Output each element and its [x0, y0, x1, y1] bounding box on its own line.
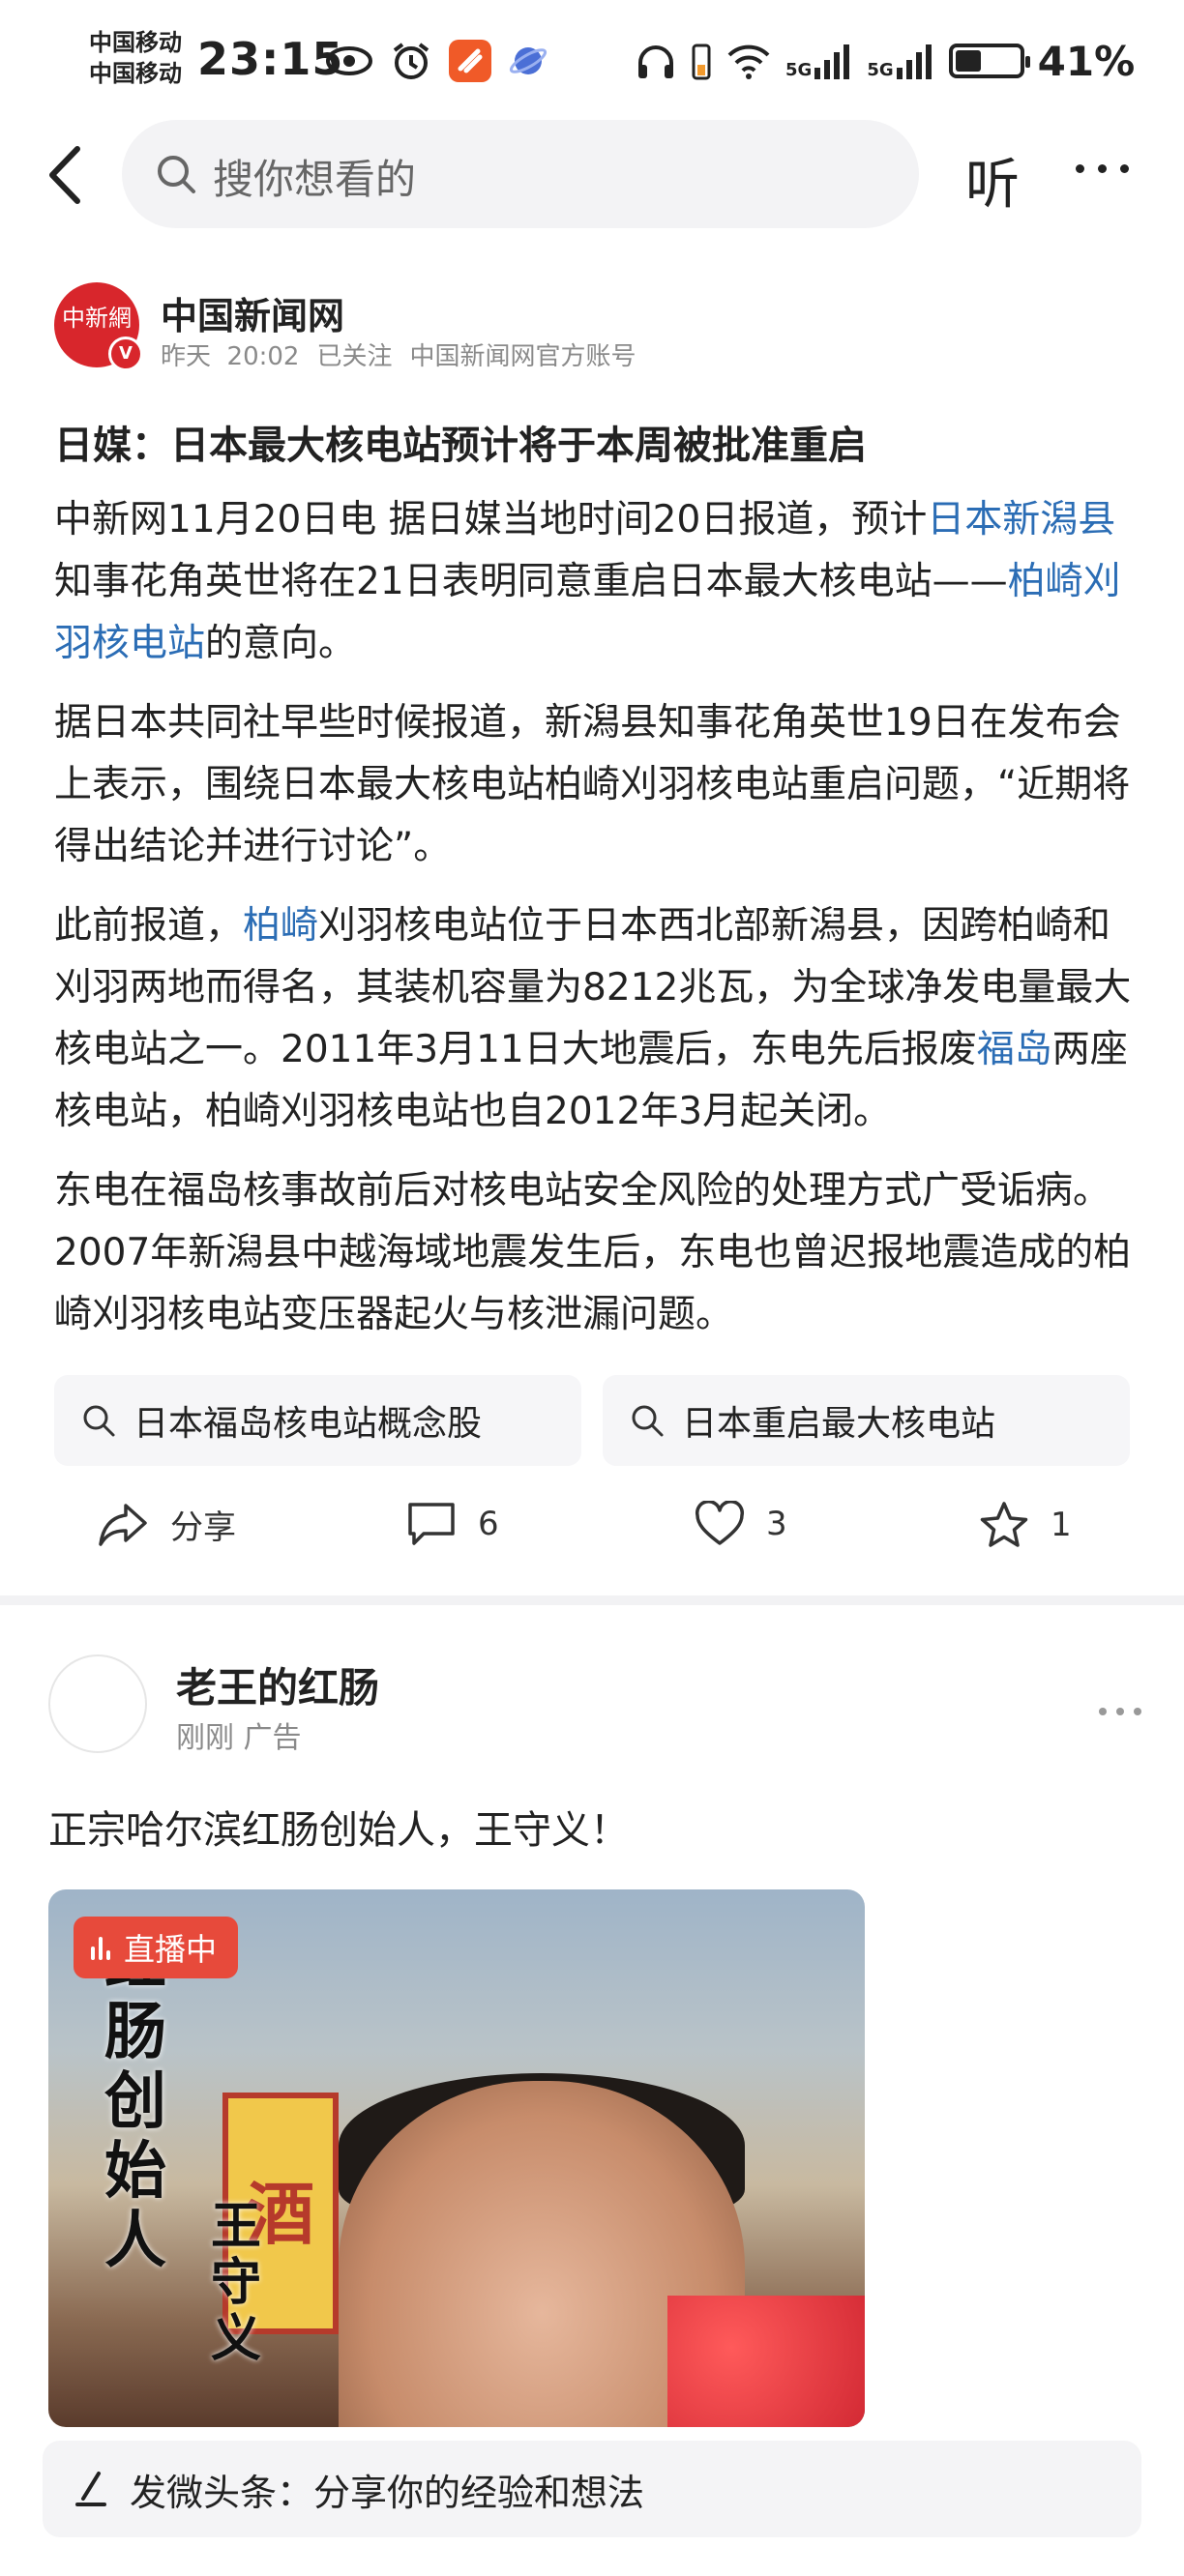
section-divider [0, 1595, 1184, 1605]
top-bar: 搜你想看的 听 [0, 120, 1184, 228]
paragraph-3: 此前报道，柏崎刈羽核电站位于日本西北部新潟县，因跨柏崎和刈羽两地而得名，其装机容… [54, 895, 1138, 1143]
favorite-button[interactable]: 1 [979, 1501, 1072, 1549]
source-name[interactable]: 中国新闻网 [161, 286, 344, 339]
ad-author-name[interactable]: 老王的红肠 [176, 1655, 379, 1714]
carrier-names: 中国移动 中国移动 [89, 27, 182, 89]
search-icon [632, 1405, 664, 1437]
link-niigata[interactable]: 日本新潟县 [927, 498, 1115, 542]
article-actions: 分享 6 3 1 [0, 1489, 1184, 1566]
ad-meta: 刚刚 广告 [176, 1721, 302, 1755]
ad-caption: 正宗哈尔滨红肠创始人，王守义！ [48, 1808, 629, 1853]
ad-more-options-icon[interactable] [1099, 1708, 1141, 1715]
battery-percent: 41% [1037, 37, 1136, 85]
comment-icon [408, 1503, 455, 1545]
search-bar[interactable]: 搜你想看的 [122, 120, 919, 228]
share-button[interactable]: 分享 [97, 1501, 236, 1548]
app-notification-icon [449, 40, 491, 82]
avatar[interactable] [48, 1654, 147, 1753]
overlay-text-name: 王守义 [211, 2198, 262, 2368]
alarm-icon [393, 43, 429, 79]
author-meta: 昨天 20:02 已关注 中国新闻网官方账号 [161, 337, 636, 372]
status-bar: 中国移动 中国移动 23:15 5G 5G 41% [0, 0, 1184, 116]
more-options-icon[interactable] [1076, 164, 1129, 173]
like-button[interactable]: 3 [695, 1501, 787, 1547]
pen-icon [75, 2472, 106, 2506]
device-battery-icon [692, 44, 711, 80]
verified-badge: V [108, 337, 143, 371]
ad-author[interactable]: 老王的红肠 刚刚 广告 [48, 1652, 1141, 1758]
comment-count: 6 [478, 1505, 499, 1543]
p3-text-a: 此前报道， [54, 904, 244, 948]
article-author[interactable]: 中新網 V 中国新闻网 昨天 20:02 已关注 中国新闻网官方账号 [54, 282, 1138, 379]
share-label: 分享 [170, 1508, 236, 1547]
listen-button[interactable]: 听 [965, 141, 1020, 220]
post-time: 20:02 [226, 342, 300, 371]
search-placeholder: 搜你想看的 [213, 156, 417, 203]
account-description: 中国新闻网官方账号 [409, 342, 636, 371]
share-icon [99, 1503, 147, 1546]
favorite-count: 1 [1051, 1506, 1072, 1544]
signal-2-label: 5G [867, 60, 894, 80]
follow-status[interactable]: 已关注 [316, 337, 392, 372]
search-icon [83, 1405, 115, 1437]
cellular-signal-2: 5G [867, 43, 934, 79]
paragraph-4: 东电在福岛核事故前后对核电站安全风险的处理方式广受诟病。2007年新潟县中越海域… [54, 1169, 1132, 1336]
p1-text-c: 的意向。 [205, 622, 357, 665]
carrier-1: 中国移动 [89, 29, 182, 56]
star-icon [980, 1502, 1028, 1547]
carrier-2: 中国移动 [89, 60, 182, 87]
live-badge: 直播中 [74, 1917, 239, 1978]
cellular-signal-1: 5G [785, 43, 853, 79]
link-kashiwazaki[interactable]: 柏崎 [243, 904, 318, 948]
related-search-tags: 日本福岛核电站概念股 日本重启最大核电站 [54, 1375, 1130, 1466]
wifi-icon [727, 44, 770, 79]
headphones-icon [638, 45, 673, 78]
heart-icon [695, 1501, 745, 1545]
eye-icon [326, 46, 372, 75]
signal-bars-1-icon [814, 44, 850, 79]
notification-icons [325, 39, 548, 83]
p1-text-a: 中新网11月20日电 据日媒当地时间20日报道，预计 [54, 498, 928, 542]
related-search-tag[interactable]: 日本重启最大核电站 [603, 1375, 1130, 1466]
status-time: 23:15 [197, 33, 344, 85]
back-arrow-icon[interactable] [39, 141, 97, 209]
app-screen: 中国移动 中国移动 23:15 5G 5G 41% 搜你想看的 听 中新網 V … [0, 0, 1184, 2576]
tag-label: 日本福岛核电站概念股 [133, 1404, 483, 1444]
p1-text-b: 知事花角英世将在21日表明同意重启日本最大核电站—— [54, 560, 1008, 603]
link-fukushima[interactable]: 福岛 [977, 1028, 1052, 1071]
signal-1-label: 5G [785, 60, 813, 80]
overlay-text-vertical: 红肠创始人 [104, 1928, 166, 2277]
search-icon [158, 156, 195, 193]
live-bars-icon [91, 1935, 110, 1960]
tag-label: 日本重启最大核电站 [682, 1404, 996, 1444]
post-date: 昨天 [161, 342, 212, 371]
person-shirt [667, 2296, 865, 2427]
compose-prompt: 发微头条：分享你的经验和想法 [130, 2471, 645, 2514]
bottom-bar: 发微头条：分享你的经验和想法 [0, 2427, 1184, 2576]
related-search-tag[interactable]: 日本福岛核电站概念股 [54, 1375, 581, 1466]
paragraph-1: 中新网11月20日电 据日媒当地时间20日报道，预计日本新潟县知事花角英世将在2… [54, 489, 1138, 675]
like-count: 3 [766, 1505, 787, 1543]
compose-input[interactable]: 发微头条：分享你的经验和想法 [43, 2441, 1141, 2537]
signal-bars-2-icon [896, 44, 932, 79]
comment-button[interactable]: 6 [406, 1501, 499, 1547]
battery-fill [955, 50, 981, 72]
planet-app-icon [509, 47, 548, 74]
paragraph-2: 据日本共同社早些时候报道，新潟县知事花角英世19日在发布会上表示，围绕日本最大核… [54, 701, 1131, 868]
article-headline: 日媒：日本最大核电站预计将于本周被批准重启 [54, 424, 867, 468]
battery-icon [948, 44, 1030, 78]
live-label: 直播中 [124, 1931, 218, 1968]
ad-live-video-thumbnail[interactable]: 酒 红肠创始人 王守义 直播中 [48, 1889, 865, 2427]
article-body: 中新网11月20日电 据日媒当地时间20日报道，预计日本新潟县知事花角英世将在2… [54, 489, 1138, 1363]
system-icons: 5G 5G 41% [635, 35, 1135, 87]
